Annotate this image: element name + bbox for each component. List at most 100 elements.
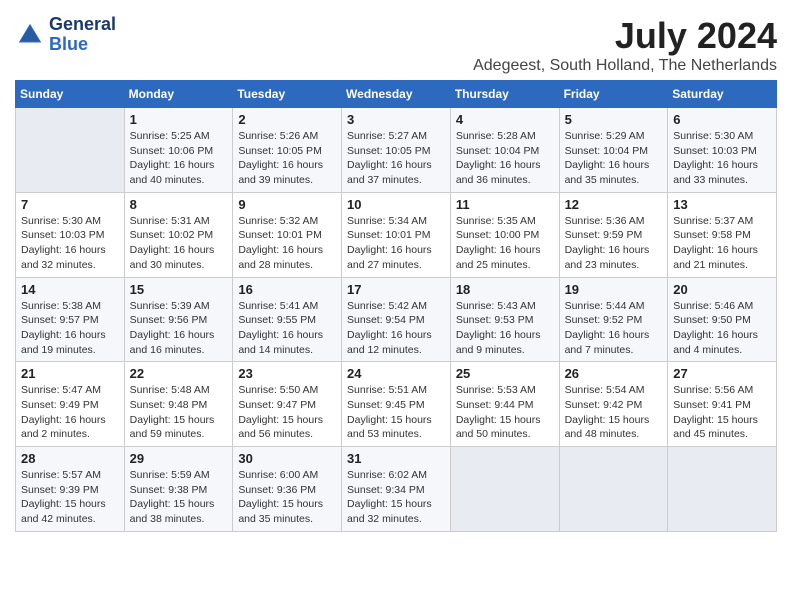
day-number: 22 xyxy=(130,366,228,381)
day-number: 10 xyxy=(347,197,445,212)
day-info: Sunrise: 5:30 AM Sunset: 10:03 PM Daylig… xyxy=(673,129,771,188)
day-info: Sunrise: 5:43 AM Sunset: 9:53 PM Dayligh… xyxy=(456,299,554,358)
day-info: Sunrise: 5:35 AM Sunset: 10:00 PM Daylig… xyxy=(456,214,554,273)
col-thursday: Thursday xyxy=(450,81,559,108)
day-info: Sunrise: 6:02 AM Sunset: 9:34 PM Dayligh… xyxy=(347,468,445,527)
calendar-week-2: 7Sunrise: 5:30 AM Sunset: 10:03 PM Dayli… xyxy=(16,192,777,277)
day-number: 29 xyxy=(130,451,228,466)
calendar-cell: 15 Sunrise: 5:39 AM Sunset: 9:56 PM Dayli… xyxy=(124,277,233,362)
month-title: July 2024 xyxy=(473,15,777,57)
col-saturday: Saturday xyxy=(668,81,777,108)
calendar-cell: 18 Sunrise: 5:43 AM Sunset: 9:53 PM Dayli… xyxy=(450,277,559,362)
day-info: Sunrise: 5:54 AM Sunset: 9:42 PM Dayligh… xyxy=(565,383,663,442)
day-info: Sunrise: 5:50 AM Sunset: 9:47 PM Dayligh… xyxy=(238,383,336,442)
day-number: 30 xyxy=(238,451,336,466)
day-info: Sunrise: 5:38 AM Sunset: 9:57 PM Dayligh… xyxy=(21,299,119,358)
logo-line1: General xyxy=(49,15,116,35)
day-number: 18 xyxy=(456,282,554,297)
day-number: 15 xyxy=(130,282,228,297)
calendar-cell: 9Sunrise: 5:32 AM Sunset: 10:01 PM Dayli… xyxy=(233,192,342,277)
calendar-cell: 4Sunrise: 5:28 AM Sunset: 10:04 PM Dayli… xyxy=(450,108,559,193)
title-section: July 2024 Adegeest, South Holland, The N… xyxy=(473,15,777,75)
day-number: 4 xyxy=(456,112,554,127)
calendar-cell: 17 Sunrise: 5:42 AM Sunset: 9:54 PM Dayli… xyxy=(342,277,451,362)
logo-text: General Blue xyxy=(49,15,116,55)
day-number: 23 xyxy=(238,366,336,381)
calendar-cell: 22 Sunrise: 5:48 AM Sunset: 9:48 PM Dayli… xyxy=(124,362,233,447)
calendar-cell: 7Sunrise: 5:30 AM Sunset: 10:03 PM Dayli… xyxy=(16,192,125,277)
col-monday: Monday xyxy=(124,81,233,108)
day-number: 19 xyxy=(565,282,663,297)
calendar-cell: 11Sunrise: 5:35 AM Sunset: 10:00 PM Dayl… xyxy=(450,192,559,277)
day-number: 3 xyxy=(347,112,445,127)
day-number: 17 xyxy=(347,282,445,297)
calendar-cell xyxy=(668,447,777,532)
day-info: Sunrise: 5:27 AM Sunset: 10:05 PM Daylig… xyxy=(347,129,445,188)
calendar-week-5: 28 Sunrise: 5:57 AM Sunset: 9:39 PM Dayli… xyxy=(16,447,777,532)
day-number: 21 xyxy=(21,366,119,381)
col-tuesday: Tuesday xyxy=(233,81,342,108)
col-friday: Friday xyxy=(559,81,668,108)
logo-line2: Blue xyxy=(49,35,116,55)
calendar-cell: 3 Sunrise: 5:27 AM Sunset: 10:05 PM Dayli… xyxy=(342,108,451,193)
day-info: Sunrise: 5:57 AM Sunset: 9:39 PM Dayligh… xyxy=(21,468,119,527)
day-info: Sunrise: 5:42 AM Sunset: 9:54 PM Dayligh… xyxy=(347,299,445,358)
day-info: Sunrise: 5:53 AM Sunset: 9:44 PM Dayligh… xyxy=(456,383,554,442)
calendar-body: 1 Sunrise: 5:25 AM Sunset: 10:06 PM Dayli… xyxy=(16,108,777,532)
col-wednesday: Wednesday xyxy=(342,81,451,108)
day-number: 26 xyxy=(565,366,663,381)
day-number: 31 xyxy=(347,451,445,466)
calendar-week-3: 14 Sunrise: 5:38 AM Sunset: 9:57 PM Dayli… xyxy=(16,277,777,362)
logo-icon xyxy=(15,20,45,50)
day-info: Sunrise: 5:41 AM Sunset: 9:55 PM Dayligh… xyxy=(238,299,336,358)
header-row: Sunday Monday Tuesday Wednesday Thursday… xyxy=(16,81,777,108)
calendar-cell xyxy=(450,447,559,532)
day-number: 25 xyxy=(456,366,554,381)
calendar-cell: 2Sunrise: 5:26 AM Sunset: 10:05 PM Dayli… xyxy=(233,108,342,193)
day-info: Sunrise: 5:51 AM Sunset: 9:45 PM Dayligh… xyxy=(347,383,445,442)
day-number: 28 xyxy=(21,451,119,466)
day-info: Sunrise: 5:37 AM Sunset: 9:58 PM Dayligh… xyxy=(673,214,771,273)
day-number: 5 xyxy=(565,112,663,127)
calendar-cell: 24 Sunrise: 5:51 AM Sunset: 9:45 PM Dayli… xyxy=(342,362,451,447)
calendar-cell: 5Sunrise: 5:29 AM Sunset: 10:04 PM Dayli… xyxy=(559,108,668,193)
day-info: Sunrise: 5:44 AM Sunset: 9:52 PM Dayligh… xyxy=(565,299,663,358)
day-number: 24 xyxy=(347,366,445,381)
day-number: 14 xyxy=(21,282,119,297)
day-info: Sunrise: 5:59 AM Sunset: 9:38 PM Dayligh… xyxy=(130,468,228,527)
day-info: Sunrise: 5:47 AM Sunset: 9:49 PM Dayligh… xyxy=(21,383,119,442)
calendar-week-1: 1 Sunrise: 5:25 AM Sunset: 10:06 PM Dayli… xyxy=(16,108,777,193)
calendar-cell: 19 Sunrise: 5:44 AM Sunset: 9:52 PM Dayli… xyxy=(559,277,668,362)
day-info: Sunrise: 5:31 AM Sunset: 10:02 PM Daylig… xyxy=(130,214,228,273)
day-info: Sunrise: 5:26 AM Sunset: 10:05 PM Daylig… xyxy=(238,129,336,188)
calendar-cell xyxy=(16,108,125,193)
calendar-header: Sunday Monday Tuesday Wednesday Thursday… xyxy=(16,81,777,108)
calendar-cell: 26 Sunrise: 5:54 AM Sunset: 9:42 PM Dayli… xyxy=(559,362,668,447)
day-info: Sunrise: 5:39 AM Sunset: 9:56 PM Dayligh… xyxy=(130,299,228,358)
page-header: General Blue July 2024 Adegeest, South H… xyxy=(15,15,777,75)
calendar-cell: 8Sunrise: 5:31 AM Sunset: 10:02 PM Dayli… xyxy=(124,192,233,277)
day-info: Sunrise: 5:25 AM Sunset: 10:06 PM Daylig… xyxy=(130,129,228,188)
day-number: 1 xyxy=(130,112,228,127)
day-number: 9 xyxy=(238,197,336,212)
day-info: Sunrise: 5:30 AM Sunset: 10:03 PM Daylig… xyxy=(21,214,119,273)
calendar-cell: 23 Sunrise: 5:50 AM Sunset: 9:47 PM Dayli… xyxy=(233,362,342,447)
location-title: Adegeest, South Holland, The Netherlands xyxy=(473,57,777,75)
calendar-cell: 13 Sunrise: 5:37 AM Sunset: 9:58 PM Dayli… xyxy=(668,192,777,277)
calendar-week-4: 21 Sunrise: 5:47 AM Sunset: 9:49 PM Dayli… xyxy=(16,362,777,447)
calendar-cell: 16 Sunrise: 5:41 AM Sunset: 9:55 PM Dayli… xyxy=(233,277,342,362)
day-number: 16 xyxy=(238,282,336,297)
day-number: 27 xyxy=(673,366,771,381)
calendar-cell: 1 Sunrise: 5:25 AM Sunset: 10:06 PM Dayli… xyxy=(124,108,233,193)
day-info: Sunrise: 5:34 AM Sunset: 10:01 PM Daylig… xyxy=(347,214,445,273)
logo: General Blue xyxy=(15,15,116,55)
day-number: 20 xyxy=(673,282,771,297)
day-info: Sunrise: 5:56 AM Sunset: 9:41 PM Dayligh… xyxy=(673,383,771,442)
calendar-cell: 27 Sunrise: 5:56 AM Sunset: 9:41 PM Dayli… xyxy=(668,362,777,447)
calendar-cell: 12Sunrise: 5:36 AM Sunset: 9:59 PM Dayli… xyxy=(559,192,668,277)
day-number: 13 xyxy=(673,197,771,212)
day-info: Sunrise: 5:48 AM Sunset: 9:48 PM Dayligh… xyxy=(130,383,228,442)
calendar-cell: 25 Sunrise: 5:53 AM Sunset: 9:44 PM Dayli… xyxy=(450,362,559,447)
calendar-cell: 14 Sunrise: 5:38 AM Sunset: 9:57 PM Dayli… xyxy=(16,277,125,362)
day-info: Sunrise: 6:00 AM Sunset: 9:36 PM Dayligh… xyxy=(238,468,336,527)
